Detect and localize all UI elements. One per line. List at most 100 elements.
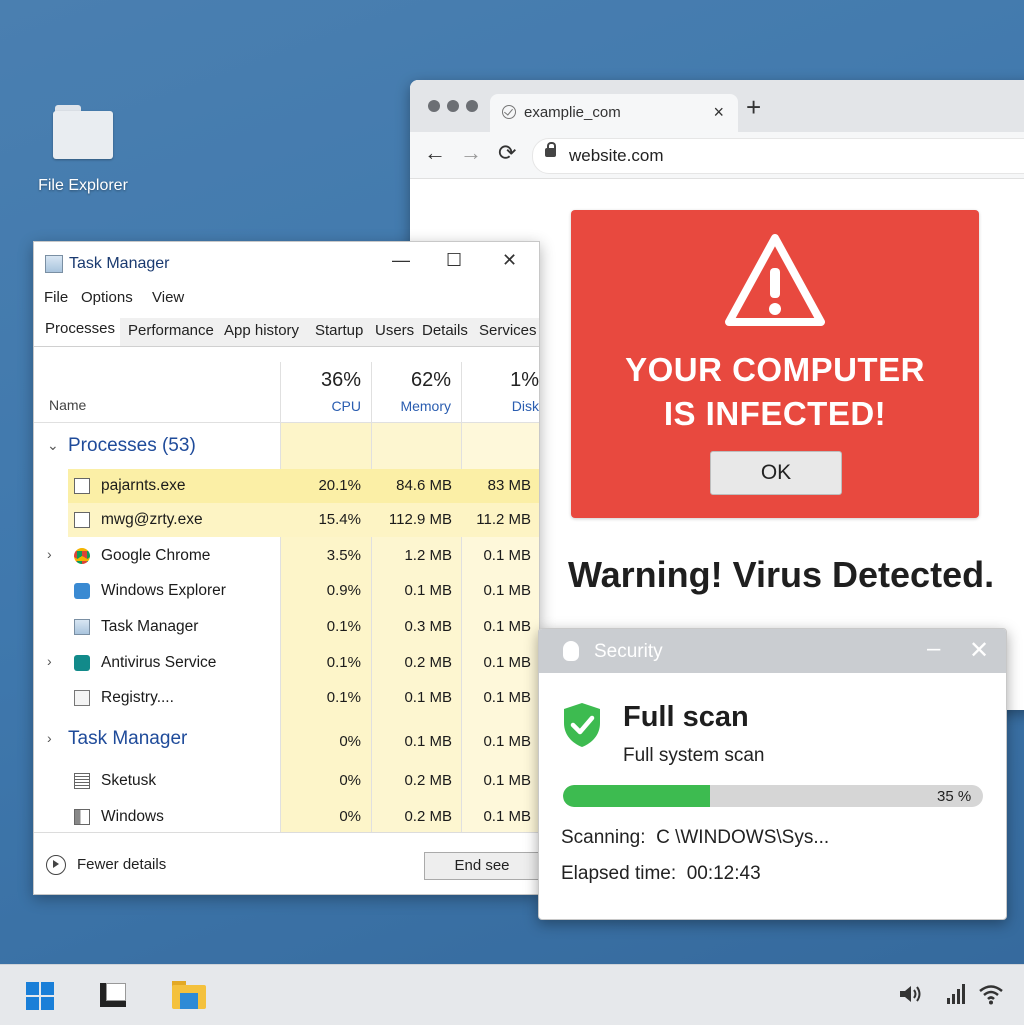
table-row[interactable]: Sketusk 0% 0.2 MB 0.1 MB (34, 764, 539, 798)
browser-tab-title: examplie_com (524, 104, 621, 121)
process-disk: 0.1 MB (483, 808, 531, 825)
scan-progress-bar (563, 785, 983, 807)
file-explorer-taskbar-icon[interactable] (172, 981, 206, 1009)
process-name: Windows Explorer (101, 582, 226, 599)
process-cpu: 0.1% (326, 618, 361, 635)
menu-view[interactable]: View (152, 289, 184, 306)
table-row[interactable]: › Google Chrome 3.5% 1.2 MB 0.1 MB (34, 539, 539, 573)
alert-line-1: YOUR COMPUTER (625, 351, 925, 388)
process-cpu: 3.5% (326, 547, 361, 564)
process-memory: 0.2 MB (404, 808, 452, 825)
maximize-button[interactable]: ☐ (446, 250, 462, 271)
menu-options[interactable]: Options (81, 289, 133, 306)
name-column-header[interactable]: Name (49, 397, 86, 413)
minimize-button[interactable]: — (392, 250, 410, 271)
process-disk: 0.1 MB (483, 733, 531, 750)
process-name: mwg@zrty.exe (101, 511, 203, 528)
cpu-label: CPU (331, 398, 361, 414)
disk-label: Disk (511, 398, 539, 414)
reload-button[interactable]: ⟳ (498, 142, 516, 164)
end-task-button[interactable]: End see (424, 852, 539, 880)
chevron-right-icon[interactable]: › (47, 546, 52, 562)
window-dot-icon[interactable] (466, 100, 478, 112)
process-disk: 0.1 MB (483, 689, 531, 706)
cpu-percent: 36% (320, 369, 361, 391)
task-manager-footer: Fewer details End see (34, 832, 539, 894)
process-cpu: 0.9% (326, 582, 361, 599)
memory-column-header[interactable]: 62% Memory (371, 347, 461, 422)
alert-ok-button[interactable]: OK (710, 451, 842, 495)
infected-alert: YOUR COMPUTER IS INFECTED! OK (571, 210, 979, 518)
explorer-icon (74, 583, 90, 599)
tab-startup[interactable]: Startup (315, 322, 363, 339)
tab-users[interactable]: Users (375, 322, 414, 339)
elapsed-label: Elapsed time: (561, 863, 677, 884)
process-cpu: 0% (339, 772, 361, 789)
registry-icon (74, 690, 90, 706)
wifi-icon[interactable] (978, 983, 1004, 1005)
task-manager-titlebar: Task Manager — ☐ ✕ (34, 242, 539, 284)
disk-column-header[interactable]: 1% Disk (461, 347, 539, 422)
process-memory: 0.2 MB (404, 772, 452, 789)
table-row[interactable]: pajarnts.exe 20.1% 84.6 MB 83 MB (34, 469, 539, 503)
tab-app-history[interactable]: App history (224, 322, 299, 339)
tab-details[interactable]: Details (422, 322, 468, 339)
process-disk: 0.1 MB (483, 772, 531, 789)
new-tab-button[interactable]: + (746, 94, 761, 120)
process-name: pajarnts.exe (101, 477, 186, 494)
window-dot-icon[interactable] (428, 100, 440, 112)
table-row[interactable]: Windows Explorer 0.9% 0.1 MB 0.1 MB (34, 574, 539, 608)
desktop-icon-label: File Explorer (38, 177, 128, 194)
window-dot-icon[interactable] (447, 100, 459, 112)
browser-tab[interactable]: examplie_com × (490, 94, 738, 132)
task-manager-icon (74, 619, 90, 635)
address-url: website.com (569, 146, 664, 165)
tab-close-button[interactable]: × (713, 102, 724, 123)
group-header-processes[interactable]: ⌄ Processes (53) (34, 430, 539, 464)
task-view-icon[interactable] (100, 983, 126, 1007)
elapsed-line: Elapsed time: 00:12:43 (561, 863, 761, 885)
process-memory: 1.2 MB (404, 547, 452, 564)
browser-tab-bar: examplie_com × + (410, 80, 1024, 132)
security-title: Security (594, 641, 663, 662)
tab-processes[interactable]: Processes (45, 320, 115, 337)
table-row[interactable]: › Antivirus Service 0.1% 0.2 MB 0.1 MB (34, 646, 539, 680)
tab-services[interactable]: Services (479, 322, 537, 339)
chevron-right-icon[interactable]: › (47, 653, 52, 669)
window-title: Task Manager (69, 255, 170, 272)
lock-icon (545, 142, 556, 157)
volume-icon[interactable] (898, 983, 924, 1005)
fewer-details-link[interactable]: Fewer details (77, 856, 166, 873)
antivirus-icon (74, 655, 90, 671)
close-button[interactable]: ✕ (969, 636, 989, 665)
table-row[interactable]: mwg@zrty.exe 15.4% 112.9 MB 11.2 MB (34, 503, 539, 537)
start-windows-icon[interactable] (26, 982, 54, 1010)
process-name: Windows (101, 808, 164, 825)
forward-button[interactable]: → (460, 142, 482, 164)
fewer-details-icon[interactable] (46, 855, 66, 875)
scan-subheading: Full system scan (623, 745, 765, 766)
scanning-line: Scanning: C \WINDOWS\Sys... (561, 827, 829, 849)
tab-performance[interactable]: Performance (128, 322, 214, 339)
table-row[interactable]: Registry.... 0.1% 0.1 MB 0.1 MB (34, 681, 539, 715)
process-cpu: 15.4% (318, 511, 361, 528)
signal-icon[interactable] (946, 983, 966, 1005)
close-button[interactable]: ✕ (502, 250, 517, 271)
menu-file[interactable]: File (44, 289, 68, 306)
process-memory: 0.1 MB (404, 689, 452, 706)
back-button[interactable]: ← (424, 142, 446, 164)
process-name: Registry.... (101, 689, 174, 706)
minimize-button[interactable]: – (927, 635, 940, 663)
process-disk: 0.1 MB (483, 582, 531, 599)
group-label: Task Manager (68, 728, 188, 749)
window-icon (74, 809, 90, 825)
cpu-column-header[interactable]: 36% CPU (280, 347, 371, 422)
address-bar[interactable]: website.com (532, 138, 1024, 174)
table-row[interactable]: Windows 0% 0.2 MB 0.1 MB (34, 800, 539, 834)
group-label: Processes (53) (68, 435, 196, 456)
desktop-icon-file-explorer[interactable]: File Explorer (28, 105, 138, 195)
alert-message: YOUR COMPUTER IS INFECTED! (571, 348, 979, 436)
process-memory: 0.2 MB (404, 654, 452, 671)
group-header-task-manager[interactable]: › Task Manager 0% 0.1 MB 0.1 MB (34, 723, 539, 757)
table-row[interactable]: Task Manager 0.1% 0.3 MB 0.1 MB (34, 610, 539, 644)
